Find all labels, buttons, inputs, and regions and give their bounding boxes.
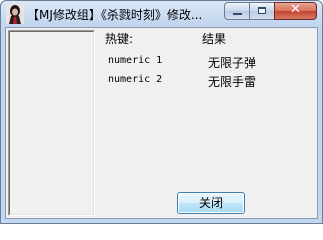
side-panel	[8, 30, 95, 216]
side-panel-inner	[9, 31, 94, 215]
app-avatar-icon	[6, 4, 24, 24]
hotkey-header: 热键:	[105, 32, 134, 46]
result-label: 无限子弹	[208, 56, 257, 70]
close-icon: ✕	[290, 2, 301, 17]
list-item: numeric 1 无限子弹	[105, 54, 305, 70]
window-close-button[interactable]: ✕	[274, 2, 317, 20]
client-area: 热键: 结果 numeric 1 无限子弹 numeric 2 无限手雷 关闭	[5, 27, 318, 219]
maximize-icon	[258, 7, 266, 14]
list-item: numeric 2 无限手雷	[105, 73, 305, 89]
hotkey-label: numeric 2	[108, 74, 163, 85]
app-window: 【MJ修改组】《杀戮时刻》修改... ✕ 热键: 结果 numeric 1 无限…	[0, 0, 323, 224]
title-bar[interactable]: 【MJ修改组】《杀戮时刻》修改... ✕	[1, 1, 322, 27]
hotkey-label: numeric 1	[108, 55, 163, 66]
result-header: 结果	[202, 32, 227, 46]
result-label: 无限手雷	[208, 75, 257, 89]
window-title: 【MJ修改组】《杀戮时刻》修改...	[27, 8, 203, 22]
maximize-button[interactable]	[249, 2, 275, 20]
minimize-button[interactable]	[224, 2, 250, 20]
close-button[interactable]: 关闭	[177, 192, 245, 214]
minimize-icon	[233, 13, 242, 15]
